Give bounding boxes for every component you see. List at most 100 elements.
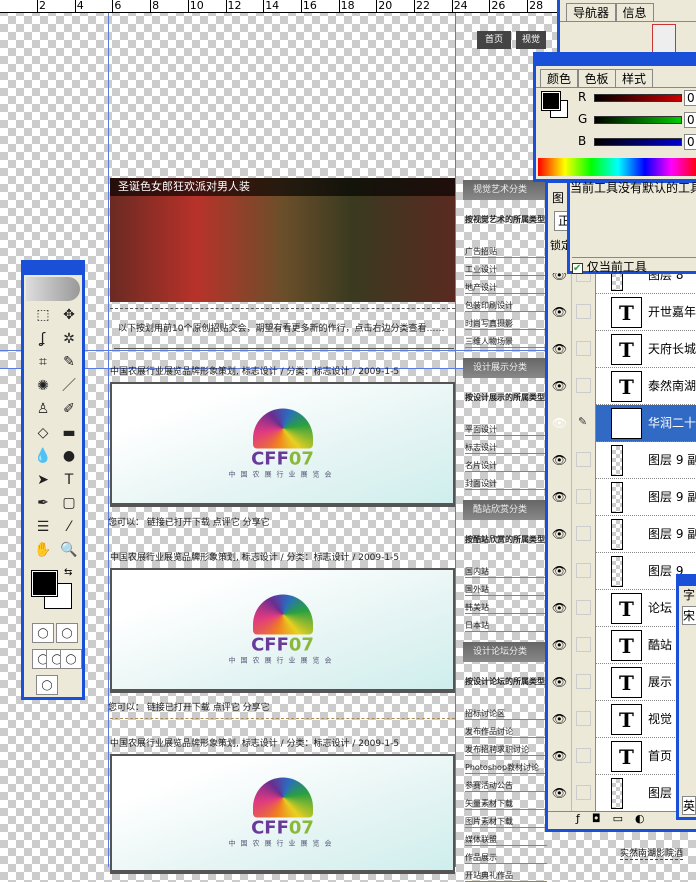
sidebar-link[interactable]: 图片素材下载 [465, 816, 547, 828]
visibility-eye-icon[interactable]: 👁 [548, 590, 572, 627]
sidebar-link[interactable]: 三维人物场景 [465, 336, 547, 348]
layer-link-icon[interactable] [572, 331, 596, 368]
layer-link-icon[interactable] [572, 553, 596, 590]
item-title[interactable]: 中国农展行业展览品牌形象策划, 标志设计 / 分类：标志设计 / 2009-1-… [110, 736, 399, 749]
visibility-eye-icon[interactable]: 👁 [548, 701, 572, 738]
visibility-eye-icon[interactable]: 👁 [548, 516, 572, 553]
visibility-eye-icon[interactable]: 👁 [548, 273, 572, 294]
brush-icon[interactable]: ／ [58, 376, 80, 396]
layer-row[interactable]: 👁 T 视觉 [548, 701, 696, 738]
current-tool-only-checkbox[interactable]: ✔ 仅当前工具 [572, 257, 696, 275]
tab-color[interactable]: 颜色 [540, 69, 579, 87]
channel-slider[interactable] [594, 138, 682, 146]
layer-link-icon[interactable] [572, 479, 596, 516]
item-actions[interactable]: 您可以： 链接已打开下载 点评它 分享它 [108, 515, 270, 528]
sidebar-link[interactable]: 广告招贴 [465, 246, 547, 258]
layer-link-icon[interactable] [572, 442, 596, 479]
sidebar-link[interactable]: 招标讨论区 [465, 708, 547, 720]
visibility-eye-icon[interactable]: 👁 [548, 664, 572, 701]
standard-mode-icon[interactable]: ◯ [32, 623, 54, 643]
visibility-eye-icon[interactable]: 👁 [548, 627, 572, 664]
slice-icon[interactable]: ✎ [58, 352, 80, 372]
sidebar-link[interactable]: 参赛活动公告 [465, 780, 547, 792]
item-image[interactable]: CFF07 中国农展行业展览会 [110, 754, 455, 874]
item-title[interactable]: 中国农展行业展览品牌形象策划, 标志设计 / 分类：标志设计 / 2009-1-… [110, 364, 399, 377]
tab-styles[interactable]: 样式 [615, 69, 654, 87]
guide-line[interactable] [108, 13, 109, 867]
layer-row[interactable]: 👁 T 开世嘉年 [548, 294, 696, 331]
magic-wand-icon[interactable]: ✲ [58, 329, 80, 349]
layer-row[interactable]: 👁 ✎ T 华润二十 [548, 405, 696, 442]
visibility-eye-icon[interactable]: 👁 [548, 775, 572, 811]
tab-character[interactable]: 字 [679, 586, 696, 603]
layer-link-icon[interactable] [572, 775, 596, 811]
tab-swatches[interactable]: 色板 [577, 69, 616, 87]
item-image[interactable]: CFF07 中国农展行业展览会 [110, 382, 455, 507]
layer-row[interactable]: 👁 图层 8 [548, 273, 696, 294]
sidebar-section-header[interactable]: 设计论坛分类 [463, 642, 545, 662]
item-actions[interactable]: 您可以： 链接已打开下载 点评它 分享它 [108, 700, 270, 713]
layer-link-icon[interactable] [572, 516, 596, 553]
layer-row[interactable]: 👁 图层 9 [548, 553, 696, 590]
layer-link-icon[interactable] [572, 738, 596, 775]
visibility-eye-icon[interactable]: 👁 [548, 294, 572, 331]
layer-row[interactable]: 👁 图层 9 副本 [548, 516, 696, 553]
sidebar-link[interactable]: 韩美站 [465, 602, 547, 614]
layer-row[interactable]: 👁 图层 12 [548, 775, 696, 811]
layer-link-icon[interactable] [572, 664, 596, 701]
blur-icon[interactable]: 💧 [32, 446, 54, 466]
sidebar-link[interactable]: 名片设计 [465, 460, 547, 472]
quickmask-mode-icon[interactable]: ◯ [56, 623, 78, 643]
foreground-color-swatch[interactable] [31, 570, 58, 597]
visibility-eye-icon[interactable]: 👁 [548, 479, 572, 516]
notes-icon[interactable]: ☰ [32, 517, 54, 537]
stamp-icon[interactable]: ♙ [32, 399, 54, 419]
layer-row[interactable]: 👁 图层 9 副本 2 [548, 479, 696, 516]
banner-image[interactable]: 圣诞色女郎狂欢派对男人装 [110, 178, 455, 302]
layer-row[interactable]: 👁 T 首页 [548, 738, 696, 775]
tab-info[interactable]: 信息 [615, 3, 654, 21]
nav-button-home[interactable]: 首页 [477, 31, 511, 49]
sidebar-link[interactable]: 开站典礼作品 [465, 870, 547, 882]
layer-link-icon[interactable] [572, 590, 596, 627]
channel-value-input[interactable]: 0 [684, 134, 696, 150]
jump-to-imageready-icon[interactable]: ◯ [36, 675, 58, 695]
layer-link-icon[interactable] [572, 627, 596, 664]
visibility-eye-icon[interactable]: 👁 [548, 368, 572, 405]
layer-link-icon[interactable] [572, 701, 596, 738]
healing-brush-icon[interactable]: ✺ [32, 376, 54, 396]
item-image[interactable]: CFF07 中国农展行业展览会 [110, 568, 455, 693]
layer-link-icon[interactable] [572, 273, 596, 294]
layer-link-icon[interactable]: ✎ [572, 405, 596, 442]
sidebar-link[interactable]: 发布招聘求职讨论 [465, 744, 547, 756]
gradient-icon[interactable]: ▬ [58, 423, 80, 443]
visibility-eye-icon[interactable]: 👁 [548, 553, 572, 590]
nav-button-visual[interactable]: 视觉 [516, 31, 546, 49]
sidebar-section-header[interactable]: 酷站欣赏分类 [463, 500, 545, 520]
lasso-icon[interactable]: ʆ [32, 329, 54, 349]
dodge-icon[interactable]: ● [58, 446, 80, 466]
type-icon[interactable]: T [58, 470, 80, 490]
font-family-select[interactable]: 宋 [682, 606, 696, 625]
sidebar-link[interactable]: 包装印刷设计 [465, 300, 547, 312]
layer-link-icon[interactable] [572, 294, 596, 331]
visibility-eye-icon[interactable]: 👁 [548, 738, 572, 775]
sidebar-link[interactable]: 国外站 [465, 584, 547, 596]
hand-icon[interactable]: ✋ [32, 540, 54, 560]
visibility-eye-icon[interactable]: 👁 [548, 442, 572, 479]
eraser-icon[interactable]: ◇ [32, 423, 54, 443]
sidebar-section-header[interactable]: 视觉艺术分类 [463, 180, 545, 200]
channel-slider[interactable] [594, 116, 682, 124]
channel-value-input[interactable]: 0 [684, 90, 696, 106]
crop-icon[interactable]: ⌗ [32, 352, 54, 372]
visibility-eye-icon[interactable]: 👁 [548, 331, 572, 368]
color-ramp[interactable] [538, 158, 696, 176]
shape-icon[interactable]: ▢ [58, 493, 80, 513]
sidebar-section-header[interactable]: 设计展示分类 [463, 358, 545, 378]
eyedropper-icon[interactable]: ⁄ [58, 517, 80, 537]
sidebar-link[interactable]: 发布作品讨论 [465, 726, 547, 738]
layer-row[interactable]: 👁 T 展示 [548, 664, 696, 701]
photoshop-logo[interactable] [26, 277, 80, 301]
fullscreen-icon[interactable]: ◯ [60, 649, 82, 669]
history-brush-icon[interactable]: ✐ [58, 399, 80, 419]
